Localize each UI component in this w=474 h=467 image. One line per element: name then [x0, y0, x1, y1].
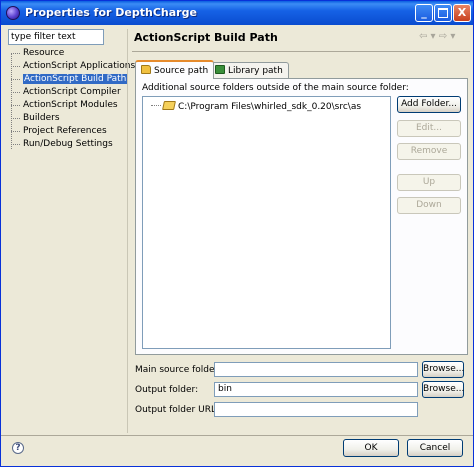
nav-item-builders[interactable]: Builders — [8, 112, 125, 125]
title-bar[interactable]: Properties for DepthCharge _ X — [1, 1, 473, 25]
nav-item-resource[interactable]: Resource — [8, 47, 125, 60]
minimize-button[interactable]: _ — [415, 4, 433, 22]
output-folder-url-input[interactable] — [214, 402, 418, 417]
nav-item-actionscript-modules[interactable]: ActionScript Modules — [8, 99, 125, 112]
eclipse-icon — [6, 6, 20, 20]
back-arrow-icon[interactable]: ⇦ ▾ — [419, 31, 436, 42]
maximize-icon — [438, 8, 448, 18]
main-source-folder-input[interactable] — [214, 362, 418, 377]
ok-button[interactable]: OK — [343, 439, 399, 457]
output-folder-input[interactable]: bin — [214, 382, 418, 397]
output-folder-url-label: Output folder URL: — [135, 405, 219, 415]
library-icon — [215, 65, 225, 74]
property-page-tree: Resource ActionScript Applications Actio… — [8, 47, 135, 151]
list-item[interactable]: C:\Program Files\whirled_sdk_0.20\src\as — [151, 101, 361, 112]
nav-item-actionscript-build-path[interactable]: ActionScript Build Path — [8, 73, 128, 86]
open-folder-icon — [162, 101, 176, 110]
main-source-folder-label: Main source folder: — [135, 365, 222, 375]
source-path-panel: Additional source folders outside of the… — [135, 78, 468, 355]
source-folders-label: Additional source folders outside of the… — [142, 83, 409, 93]
filter-input[interactable] — [8, 29, 104, 45]
cancel-button[interactable]: Cancel — [407, 439, 463, 457]
window-title: Properties for DepthCharge — [25, 6, 197, 19]
help-icon[interactable]: ? — [12, 442, 24, 454]
history-navigation: ⇦ ▾ ⇨ ▾ — [419, 31, 455, 42]
tab-source-path[interactable]: Source path — [135, 60, 215, 79]
properties-dialog: Properties for DepthCharge _ X Resource … — [0, 0, 474, 467]
footer-divider — [1, 435, 473, 436]
remove-button[interactable]: Remove — [397, 143, 461, 160]
browse-output-button[interactable]: Browse... — [422, 381, 464, 398]
close-button[interactable]: X — [453, 4, 471, 22]
nav-item-run-debug-settings[interactable]: Run/Debug Settings — [8, 138, 125, 151]
output-folder-label: Output folder: — [135, 385, 199, 395]
maximize-button[interactable] — [434, 4, 452, 22]
forward-arrow-icon[interactable]: ⇨ ▾ — [439, 31, 456, 42]
nav-item-project-references[interactable]: Project References — [8, 125, 125, 138]
pane-splitter[interactable] — [127, 29, 128, 433]
tab-library-path[interactable]: Library path — [209, 62, 289, 78]
folder-icon — [141, 65, 151, 74]
down-button[interactable]: Down — [397, 197, 461, 214]
up-button[interactable]: Up — [397, 174, 461, 191]
header-divider — [132, 51, 470, 52]
add-folder-button[interactable]: Add Folder... — [397, 96, 461, 113]
nav-item-actionscript-applications[interactable]: ActionScript Applications — [8, 60, 135, 73]
source-folder-list[interactable]: C:\Program Files\whirled_sdk_0.20\src\as — [142, 96, 391, 349]
page-title: ActionScript Build Path — [134, 31, 278, 44]
edit-button[interactable]: Edit... — [397, 120, 461, 137]
browse-main-source-button[interactable]: Browse... — [422, 361, 464, 378]
nav-item-actionscript-compiler[interactable]: ActionScript Compiler — [8, 86, 125, 99]
